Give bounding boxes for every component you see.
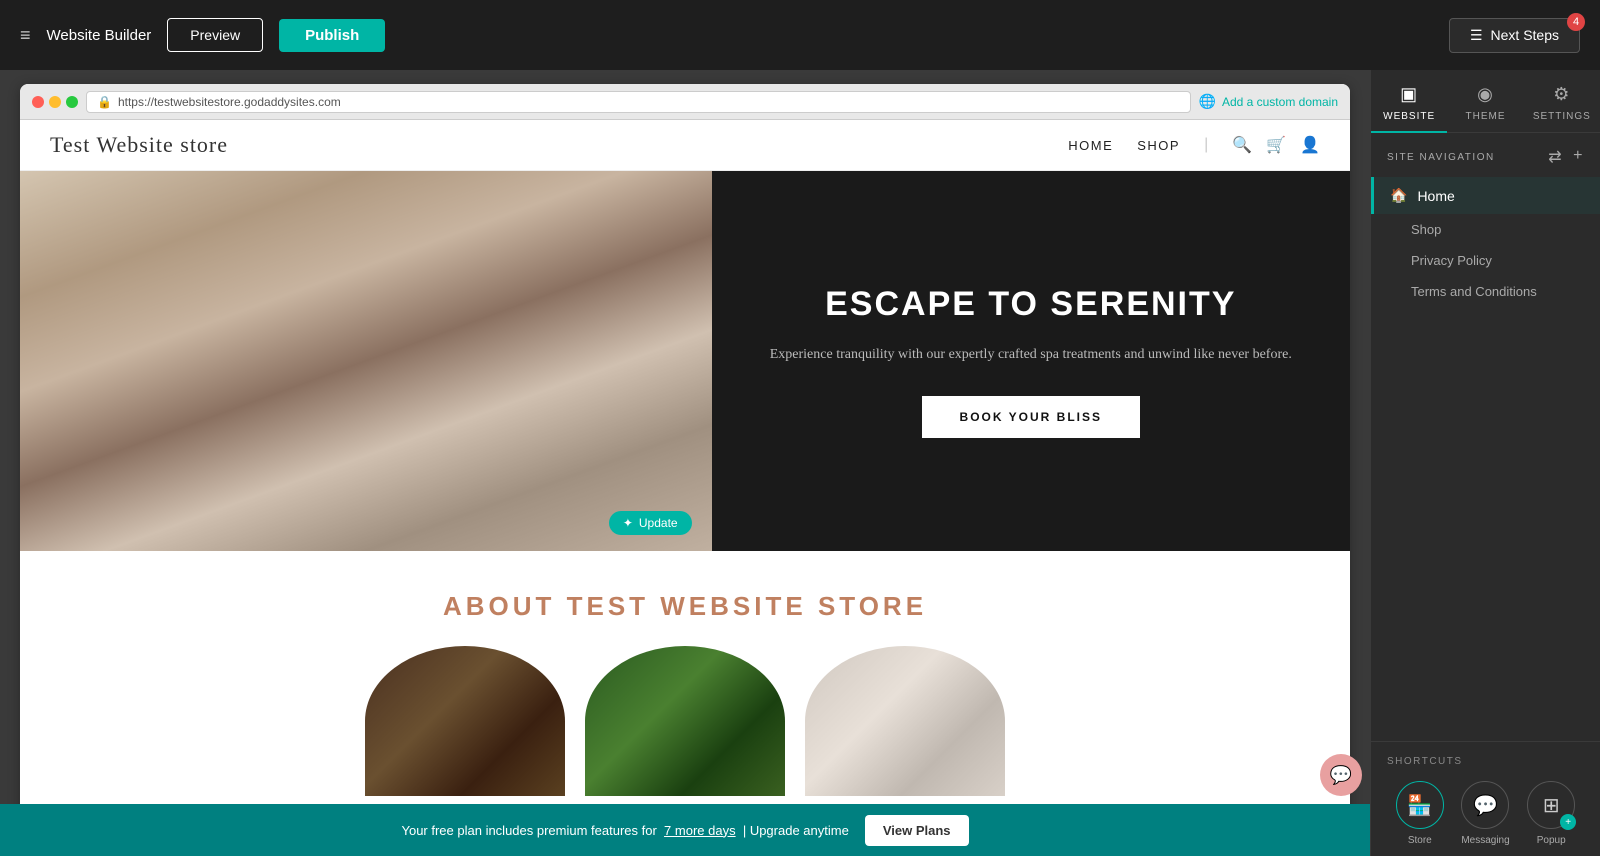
- nav-item-terms-label: Terms and Conditions: [1411, 284, 1537, 299]
- site-title: Website Builder: [47, 27, 152, 44]
- nav-item-terms[interactable]: Terms and Conditions: [1371, 276, 1600, 307]
- update-badge[interactable]: ✦ Update: [609, 511, 692, 535]
- hero-image: ✦ Update: [20, 171, 712, 551]
- about-images: [50, 646, 1320, 796]
- nav-item-shop[interactable]: Shop: [1371, 214, 1600, 245]
- tab-website[interactable]: ▣ WEBSITE: [1371, 70, 1447, 132]
- search-icon[interactable]: 🔍: [1232, 135, 1252, 155]
- tab-theme[interactable]: ◉ THEME: [1447, 70, 1523, 132]
- home-icon: 🏠: [1390, 187, 1407, 204]
- banner-text-before: Your free plan includes premium features…: [401, 823, 656, 838]
- toolbar: ≡ Website Builder Preview Publish ☰ Next…: [0, 0, 1600, 70]
- theme-tab-label: THEME: [1465, 111, 1505, 122]
- canvas-area: 🔒 https://testwebsitestore.godaddysites.…: [0, 70, 1370, 856]
- hero-book-button[interactable]: BOOK YOUR BLISS: [922, 396, 1140, 438]
- hamburger-icon[interactable]: ≡: [20, 25, 31, 46]
- banner-text-after: | Upgrade anytime: [743, 823, 849, 838]
- site-navigation-label: SITE NAVIGATION: [1387, 152, 1495, 163]
- nav-item-home-label: Home: [1417, 188, 1454, 204]
- browser-dot-green[interactable]: [66, 96, 78, 108]
- banner-text: Your free plan includes premium features…: [401, 823, 848, 838]
- browser-url-text: https://testwebsitestore.godaddysites.co…: [118, 95, 341, 109]
- next-steps-icon: ☰: [1470, 27, 1483, 44]
- messaging-icon: 💬: [1473, 793, 1498, 818]
- popup-label: Popup: [1537, 835, 1566, 846]
- add-page-icon[interactable]: +: [1573, 147, 1584, 167]
- main-area: 🔒 https://testwebsitestore.godaddysites.…: [0, 70, 1600, 856]
- toolbar-right: ☰ Next Steps 4: [1449, 18, 1580, 53]
- about-title: ABOUT TEST WEBSITE STORE: [50, 591, 1320, 622]
- nav-item-home[interactable]: 🏠 Home: [1371, 177, 1600, 214]
- next-steps-label: Next Steps: [1491, 27, 1559, 43]
- preview-button[interactable]: Preview: [167, 18, 263, 52]
- panel-tabs: ▣ WEBSITE ◉ THEME ⚙ SETTINGS: [1371, 70, 1600, 133]
- right-panel: ▣ WEBSITE ◉ THEME ⚙ SETTINGS SITE NAVIGA…: [1370, 70, 1600, 856]
- theme-tab-icon: ◉: [1477, 84, 1494, 105]
- globe-icon: 🌐: [1199, 93, 1216, 110]
- about-circle-2: [585, 646, 785, 796]
- website-tab-label: WEBSITE: [1383, 111, 1435, 122]
- popup-plus-badge: +: [1560, 814, 1576, 830]
- nav-shop-link[interactable]: SHOP: [1137, 138, 1180, 153]
- settings-tab-label: SETTINGS: [1533, 111, 1591, 122]
- website-menu-icons: 🔍 🛒 👤: [1232, 135, 1320, 155]
- site-navigation-header: SITE NAVIGATION ⇄ +: [1371, 133, 1600, 177]
- hero-subtitle: Experience tranquility with our expertly…: [770, 343, 1292, 367]
- site-nav-actions: ⇄ +: [1548, 147, 1584, 167]
- browser-chrome: 🔒 https://testwebsitestore.godaddysites.…: [20, 84, 1350, 856]
- browser-dot-red[interactable]: [32, 96, 44, 108]
- browser-bar: 🔒 https://testwebsitestore.godaddysites.…: [20, 84, 1350, 120]
- cart-icon[interactable]: 🛒: [1266, 135, 1286, 155]
- popup-circle: ⊞ +: [1527, 781, 1575, 829]
- update-icon: ✦: [623, 516, 633, 530]
- tab-settings[interactable]: ⚙ SETTINGS: [1524, 70, 1600, 132]
- browser-dot-yellow[interactable]: [49, 96, 61, 108]
- website-preview: Test Website store HOME SHOP | 🔍 🛒 👤: [20, 120, 1350, 856]
- website-menu: HOME SHOP | 🔍 🛒 👤: [1068, 135, 1320, 155]
- shortcut-popup[interactable]: ⊞ + Popup: [1527, 781, 1575, 846]
- shortcut-store[interactable]: 🏪 Store: [1396, 781, 1444, 846]
- store-circle: 🏪: [1396, 781, 1444, 829]
- nav-home-link[interactable]: HOME: [1068, 138, 1113, 153]
- view-plans-button[interactable]: View Plans: [865, 815, 969, 846]
- custom-domain-label: Add a custom domain: [1222, 95, 1338, 109]
- hero-title: ESCAPE TO SERENITY: [825, 284, 1236, 325]
- messaging-label: Messaging: [1461, 835, 1509, 846]
- hero-content: ESCAPE TO SERENITY Experience tranquilit…: [712, 171, 1350, 551]
- filter-icon[interactable]: ⇄: [1548, 147, 1563, 167]
- nav-item-privacy-label: Privacy Policy: [1411, 253, 1492, 268]
- browser-url-bar[interactable]: 🔒 https://testwebsitestore.godaddysites.…: [86, 91, 1191, 113]
- lock-icon: 🔒: [97, 95, 112, 109]
- shortcuts-section: SHORTCUTS 🏪 Store 💬 Messaging ⊞: [1371, 741, 1600, 856]
- website-tab-icon: ▣: [1400, 84, 1418, 105]
- nav-item-privacy-policy[interactable]: Privacy Policy: [1371, 245, 1600, 276]
- publish-button[interactable]: Publish: [279, 19, 385, 52]
- store-label: Store: [1408, 835, 1432, 846]
- website-logo: Test Website store: [50, 132, 228, 158]
- browser-dots: [32, 96, 78, 108]
- shortcut-messaging[interactable]: 💬 Messaging: [1461, 781, 1509, 846]
- user-icon[interactable]: 👤: [1300, 135, 1320, 155]
- banner-days-link[interactable]: 7 more days: [664, 823, 736, 838]
- website-nav: Test Website store HOME SHOP | 🔍 🛒 👤: [20, 120, 1350, 171]
- next-steps-button[interactable]: ☰ Next Steps 4: [1449, 18, 1580, 53]
- about-circle-1: [365, 646, 565, 796]
- hero-section: ✦ Update ESCAPE TO SERENITY Experience t…: [20, 171, 1350, 551]
- nav-item-shop-label: Shop: [1411, 222, 1441, 237]
- update-label: Update: [639, 516, 678, 530]
- nav-divider: |: [1204, 136, 1208, 154]
- popup-icon: ⊞: [1543, 793, 1560, 818]
- bottom-banner: Your free plan includes premium features…: [0, 804, 1370, 856]
- store-icon: 🏪: [1407, 793, 1432, 818]
- about-section: ABOUT TEST WEBSITE STORE: [20, 551, 1350, 816]
- settings-tab-icon: ⚙: [1553, 84, 1570, 105]
- messaging-circle: 💬: [1461, 781, 1509, 829]
- shortcuts-label: SHORTCUTS: [1387, 756, 1584, 767]
- toolbar-left: ≡ Website Builder Preview Publish: [20, 18, 385, 52]
- custom-domain-button[interactable]: 🌐 Add a custom domain: [1199, 93, 1339, 110]
- shortcuts-icons: 🏪 Store 💬 Messaging ⊞ + Popup: [1387, 781, 1584, 846]
- about-circle-3: [805, 646, 1005, 796]
- spa-image: [20, 171, 712, 551]
- notification-badge: 4: [1567, 13, 1585, 31]
